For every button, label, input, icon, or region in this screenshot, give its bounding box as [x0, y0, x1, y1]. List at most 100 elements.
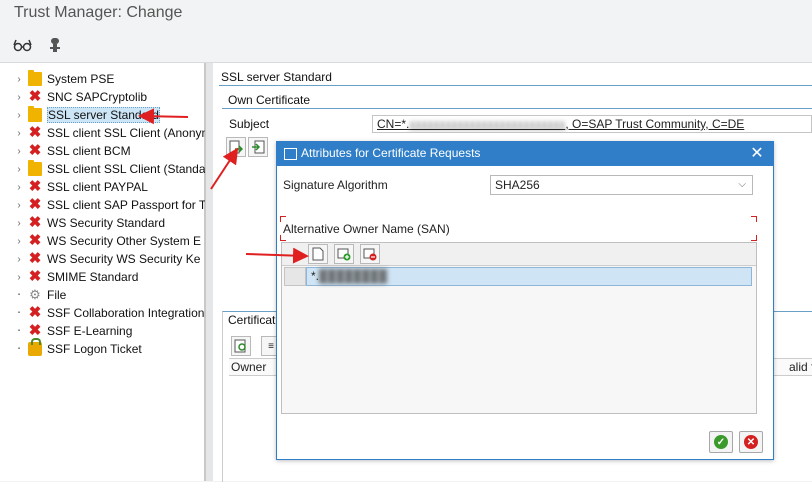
tree-item[interactable]: › ✖ WS Security Other System E: [14, 232, 201, 250]
folder-icon: [28, 70, 42, 86]
subject-prefix: CN=*.: [377, 117, 410, 131]
tree-item[interactable]: › ✖ SMIME Standard: [14, 268, 138, 286]
own-certificate-divider: [222, 108, 812, 109]
tree-item[interactable]: › ✖ SNC SAPCryptolib: [14, 88, 147, 106]
delete-row-button[interactable]: [360, 244, 380, 264]
tree-item[interactable]: › ✖ WS Security WS Security Ke: [14, 250, 200, 268]
required-marker: [751, 235, 757, 241]
error-x-icon: ✖: [28, 142, 42, 159]
error-x-icon: ✖: [28, 88, 42, 105]
tree-item[interactable]: › ✖ SSL client SSL Client (Anonym: [14, 124, 211, 142]
error-x-icon: ✖: [28, 124, 42, 141]
magnifier-icon: [234, 339, 246, 353]
cancel-icon: ✕: [744, 435, 758, 449]
expand-chevron-icon[interactable]: ›: [14, 74, 24, 85]
insert-row-button[interactable]: [334, 244, 354, 264]
expand-chevron-icon[interactable]: ›: [14, 236, 24, 247]
expand-chevron-icon[interactable]: ›: [14, 182, 24, 193]
tree-item-label: SMIME Standard: [47, 270, 139, 284]
tree-item-label: WS Security Standard: [47, 216, 166, 230]
tree-item[interactable]: › ✖ SSL client BCM: [14, 142, 130, 160]
pse-section-title: SSL server Standard: [221, 70, 332, 84]
window-title: Trust Manager: Change: [14, 4, 183, 21]
delete-row-icon: [363, 248, 377, 261]
close-icon[interactable]: ✕: [747, 144, 767, 164]
signature-algorithm-label: Signature Algorithm: [283, 178, 388, 192]
tree-item[interactable]: › ✖ SSL client PAYPAL: [14, 178, 148, 196]
expand-chevron-icon[interactable]: ›: [14, 272, 24, 283]
expand-chevron-icon[interactable]: ›: [14, 200, 24, 211]
glasses-icon: [13, 39, 32, 52]
row-selector[interactable]: [284, 267, 306, 286]
subject-redacted: xxxxxxxxxxxxxxxxxxxxxxxxxx: [409, 117, 566, 131]
section-divider: [219, 85, 812, 86]
list-details-button[interactable]: [231, 336, 251, 356]
import-response-button[interactable]: [248, 137, 268, 157]
tree-item-label: WS Security WS Security Ke: [47, 252, 201, 266]
tree-item[interactable]: › System PSE: [14, 70, 114, 88]
tree-item-label: System PSE: [47, 72, 115, 86]
san-table-toolbar: [282, 243, 756, 266]
error-x-icon: ✖: [28, 268, 42, 285]
leaf-bullet-icon: ▪: [17, 292, 21, 298]
error-x-icon: ✖: [28, 250, 42, 267]
valid-from-column-header[interactable]: alid from: [789, 360, 812, 374]
tree-item[interactable]: ▪ ✖ SSF Collaboration Integration: [14, 304, 205, 322]
new-row-button[interactable]: [308, 244, 328, 264]
expand-chevron-icon[interactable]: ›: [14, 128, 24, 139]
signature-algorithm-select[interactable]: SHA256 ⌵: [490, 175, 753, 195]
san-row[interactable]: *.████████: [306, 267, 752, 286]
expand-chevron-icon[interactable]: ›: [14, 146, 24, 157]
expand-chevron-icon[interactable]: ›: [14, 218, 24, 229]
error-x-icon: ✖: [28, 178, 42, 195]
expand-chevron-icon[interactable]: ›: [14, 92, 24, 103]
own-certificate-title: Own Certificate: [228, 93, 311, 107]
san-row-value: ████████: [319, 269, 388, 283]
tree-item[interactable]: › SSL client SSL Client (Standa: [14, 160, 206, 178]
tree-item[interactable]: ▪ ✖ SSF E-Learning: [14, 322, 132, 340]
tree-item[interactable]: ▪ SSF Logon Ticket: [14, 338, 142, 358]
display-change-button[interactable]: [12, 34, 34, 56]
tree-item-label: SSF Collaboration Integration: [47, 306, 205, 320]
error-x-icon: ✖: [28, 232, 42, 249]
pse-key-icon: [50, 38, 60, 52]
tree-item-label: SSL server Standard: [47, 107, 160, 123]
tree-item-label: SSL client SSL Client (Standa: [47, 162, 206, 176]
tree-item[interactable]: › SSL server Standard: [14, 106, 160, 124]
splitter[interactable]: [205, 63, 213, 481]
pse-button[interactable]: [44, 34, 66, 56]
new-document-icon: [312, 247, 324, 261]
dialog-header: Attributes for Certificate Requests ✕: [277, 142, 773, 166]
error-x-icon: ✖: [28, 214, 42, 231]
create-request-button[interactable]: [226, 137, 246, 157]
leaf-bullet-icon: ▪: [17, 310, 21, 316]
tree-item[interactable]: › ✖ WS Security Standard: [14, 214, 165, 232]
tree-item-label: WS Security Other System E: [47, 234, 202, 248]
pse-tree: › System PSE › ✖ SNC SAPCryptolib › SSL server…: [0, 63, 212, 481]
create-request-icon: [229, 140, 243, 154]
cert-request-attributes-dialog: Attributes for Certificate Requests ✕ Si…: [276, 141, 774, 460]
expand-chevron-icon[interactable]: ›: [14, 110, 24, 121]
check-icon: ✓: [714, 435, 728, 449]
cancel-button[interactable]: ✕: [739, 431, 763, 453]
expand-chevron-icon[interactable]: ›: [14, 254, 24, 265]
expand-chevron-icon[interactable]: ›: [14, 164, 24, 175]
signature-algorithm-value: SHA256: [495, 178, 540, 192]
tree-item-label: File: [47, 288, 67, 302]
tree-item-label: SNC SAPCryptolib: [47, 90, 148, 104]
tree-item[interactable]: ▪ ⚙ File: [14, 286, 66, 304]
subject-field[interactable]: CN=*.xxxxxxxxxxxxxxxxxxxxxxxxxx, O=SAP T…: [372, 115, 812, 133]
toolbar: [0, 28, 812, 63]
chevron-down-icon: ⌵: [738, 179, 746, 190]
owner-column-header[interactable]: Owner: [231, 360, 266, 374]
folder-icon: [28, 160, 42, 176]
ok-button[interactable]: ✓: [709, 431, 733, 453]
dialog-window-icon: [284, 148, 297, 160]
tree-item-label: SSL client PAYPAL: [47, 180, 148, 194]
leaf-bullet-icon: ▪: [17, 346, 21, 352]
tree-item-label: SSL client SAP Passport for T: [47, 198, 207, 212]
tree-item-label: SSF E-Learning: [47, 324, 133, 338]
title-bar: Trust Manager: Change: [0, 0, 812, 28]
tree-item[interactable]: › ✖ SSL client SAP Passport for T: [14, 196, 206, 214]
insert-row-icon: [337, 248, 351, 261]
